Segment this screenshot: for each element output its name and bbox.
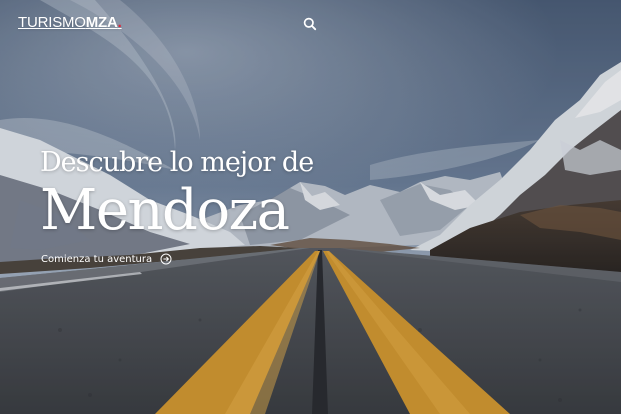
search-icon[interactable] <box>302 16 318 32</box>
logo-text-turismo: TURISMO <box>18 14 86 31</box>
hero-headline-small: Descubre lo mejor de <box>40 147 314 178</box>
site-header: TURISMOMZA. <box>0 0 621 48</box>
start-adventure-link[interactable]: Comienza tu aventura <box>41 253 172 265</box>
logo-dot: . <box>117 14 122 31</box>
logo-text-mza: MZA <box>85 14 118 31</box>
arrow-right-circle-icon <box>160 253 172 265</box>
hero-headline: Descubre lo mejor de Mendoza <box>40 146 314 243</box>
hero-section: TURISMOMZA. Descubre lo mejor de Mendoza… <box>0 0 621 414</box>
hero-headline-big: Mendoza <box>40 178 290 243</box>
start-adventure-label: Comienza tu aventura <box>41 253 153 265</box>
site-logo[interactable]: TURISMOMZA. <box>18 14 122 32</box>
